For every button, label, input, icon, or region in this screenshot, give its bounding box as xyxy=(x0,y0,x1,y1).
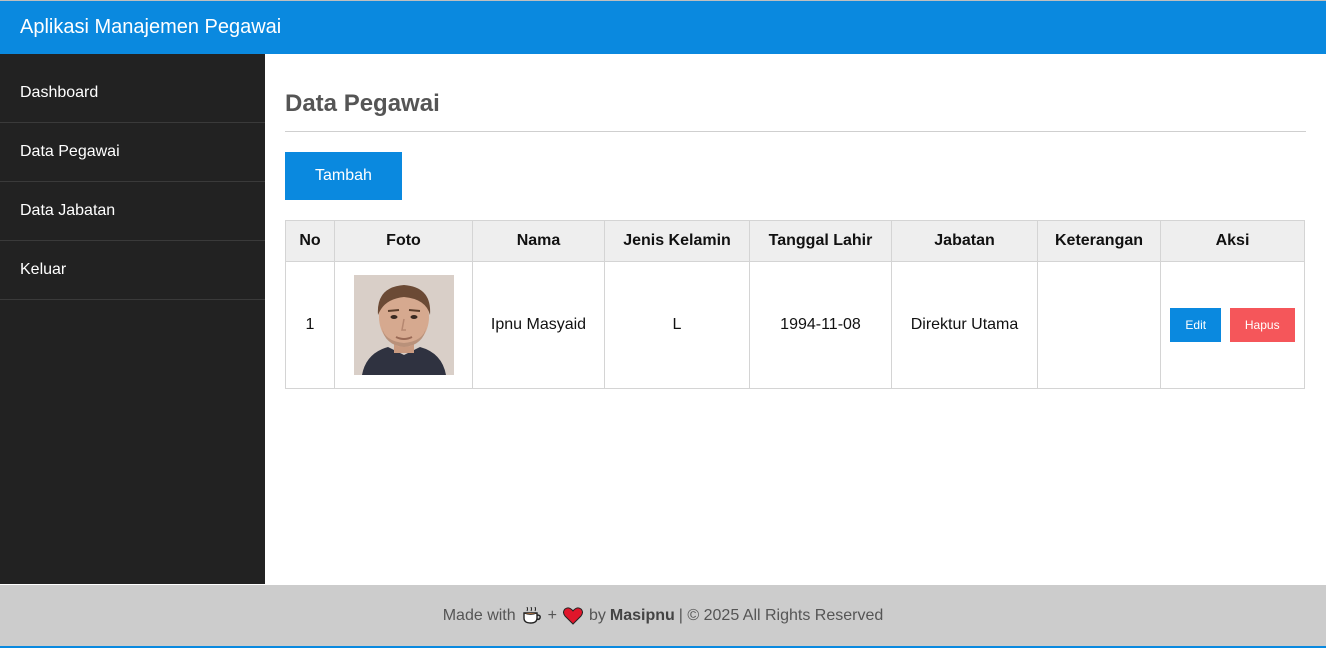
edit-button[interactable]: Edit xyxy=(1170,308,1222,342)
app-title: Aplikasi Manajemen Pegawai xyxy=(20,16,282,38)
column-header-aksi: Aksi xyxy=(1160,220,1305,262)
sidebar-item-keluar[interactable]: Keluar xyxy=(0,241,265,300)
page-title: Data Pegawai xyxy=(285,54,1306,132)
cell-keterangan xyxy=(1037,261,1161,389)
cell-jenis-kelamin: L xyxy=(604,261,750,389)
employee-photo xyxy=(353,275,454,375)
footer-plus: + xyxy=(547,606,557,624)
column-header-jenis-kelamin: Jenis Kelamin xyxy=(604,220,750,262)
body: Dashboard Data Pegawai Data Jabatan Kelu… xyxy=(0,54,1326,584)
footer: Made with + by Masipnu | © 2025 All Righ… xyxy=(0,585,1326,648)
column-header-jabatan: Jabatan xyxy=(891,220,1038,262)
footer-prefix: Made with xyxy=(442,606,516,624)
sidebar-item-data-pegawai[interactable]: Data Pegawai xyxy=(0,123,265,182)
table-header-row: No Foto Nama Jenis Kelamin Tanggal Lahir… xyxy=(285,220,1305,262)
cell-nama: Ipnu Masyaid xyxy=(472,261,605,389)
column-header-nama: Nama xyxy=(472,220,605,262)
column-header-foto: Foto xyxy=(334,220,473,262)
sidebar-item-data-jabatan[interactable]: Data Jabatan xyxy=(0,182,265,241)
cell-no: 1 xyxy=(285,261,335,389)
cell-aksi: Edit Hapus xyxy=(1160,261,1305,389)
cell-tanggal-lahir: 1994-11-08 xyxy=(749,261,892,389)
app-window: Aplikasi Manajemen Pegawai Dashboard Dat… xyxy=(0,0,1326,648)
column-header-keterangan: Keterangan xyxy=(1037,220,1161,262)
heart-icon xyxy=(562,606,583,625)
footer-copyright: | © 2025 All Rights Reserved xyxy=(678,606,884,624)
sidebar-item-dashboard[interactable]: Dashboard xyxy=(0,64,265,123)
footer-by: by xyxy=(588,606,606,624)
main-content: Data Pegawai Tambah No Foto Nama Jenis K… xyxy=(265,54,1326,584)
cell-foto xyxy=(334,261,473,389)
coffee-icon xyxy=(522,606,541,624)
top-bar: Aplikasi Manajemen Pegawai xyxy=(0,1,1326,54)
table-row: 1 Ipnu Masyaid L 1994-11-08 Direktur Uta… xyxy=(285,261,1305,389)
column-header-tanggal-lahir: Tanggal Lahir xyxy=(749,220,892,262)
column-header-no: No xyxy=(285,220,335,262)
employee-table: No Foto Nama Jenis Kelamin Tanggal Lahir… xyxy=(285,220,1305,389)
add-button[interactable]: Tambah xyxy=(285,152,402,200)
delete-button[interactable]: Hapus xyxy=(1229,308,1295,342)
cell-jabatan: Direktur Utama xyxy=(891,261,1038,389)
footer-author: Masipnu xyxy=(609,606,675,624)
sidebar: Dashboard Data Pegawai Data Jabatan Kelu… xyxy=(0,54,265,584)
